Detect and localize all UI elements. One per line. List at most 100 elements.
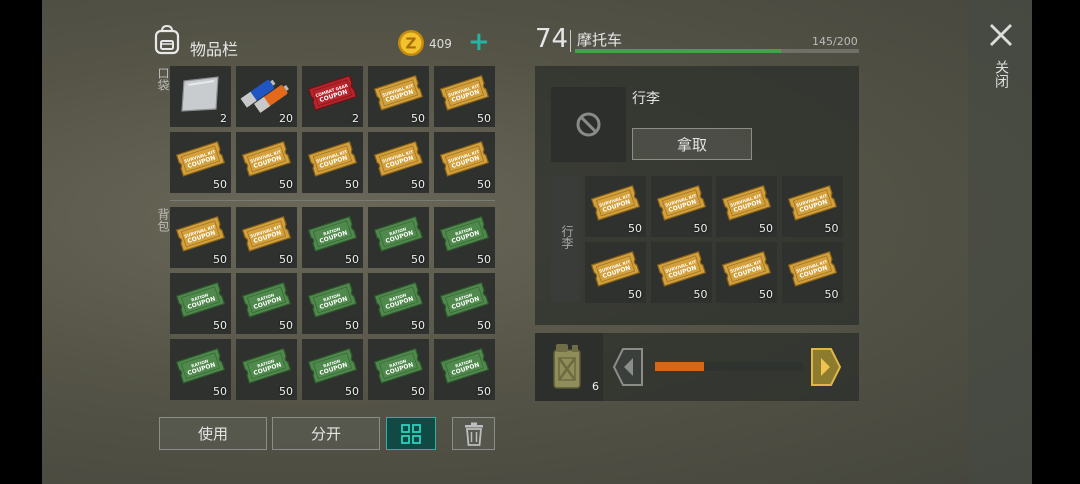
fuel-slot[interactable]: 6	[535, 333, 603, 401]
backpack-slot[interactable]: SURVIVAL KIT COUPON 50	[236, 207, 297, 268]
item-quantity: 50	[759, 222, 773, 235]
take-button[interactable]: 拿取	[632, 128, 752, 160]
storage-slot[interactable]: SURVIVAL KIT COUPON 50	[650, 241, 712, 303]
coin-count: 409	[429, 37, 452, 51]
fuel-slider[interactable]	[655, 362, 803, 371]
storage-slot[interactable]: SURVIVAL KIT COUPON 50	[585, 176, 646, 237]
item-quantity: 2	[220, 112, 227, 125]
item-quantity: 50	[477, 253, 491, 266]
backpack-slot[interactable]: RATION COUPON 50	[170, 339, 231, 400]
item-quantity: 50	[345, 178, 359, 191]
fuel-increase-button[interactable]	[810, 348, 842, 386]
split-button[interactable]: 分开	[272, 417, 380, 450]
backpack-slot[interactable]: RATION COUPON 50	[236, 273, 297, 334]
item-quantity: 50	[824, 222, 839, 235]
no-entry-icon	[576, 112, 601, 137]
fuel-decrease-button[interactable]	[612, 348, 644, 386]
backpack-slot[interactable]: RATION COUPON 50	[302, 207, 363, 268]
pocket-slot[interactable]: SURVIVAL KIT COUPON 50	[302, 132, 363, 193]
item-quantity: 50	[411, 385, 425, 398]
backpack-slot[interactable]: RATION COUPON 50	[434, 207, 495, 268]
fuel-fill	[655, 362, 704, 371]
item-quantity: 50	[628, 287, 642, 301]
item-quantity: 50	[693, 222, 708, 235]
item-quantity: 50	[279, 385, 293, 398]
pocket-label: 口袋	[156, 67, 170, 91]
section-divider	[170, 200, 495, 201]
right-black-bar	[1032, 0, 1080, 484]
storage-side-label: 行李	[560, 225, 574, 249]
trash-icon	[464, 422, 483, 446]
backpack-slot[interactable]: RATION COUPON 50	[434, 273, 495, 334]
item-quantity: 50	[693, 287, 708, 301]
item-quantity: 50	[411, 319, 425, 332]
vehicle-name: 摩托车	[577, 31, 623, 49]
backpack-slot[interactable]: RATION COUPON 50	[368, 273, 429, 334]
storage-slot[interactable]: SURVIVAL KIT COUPON 50	[716, 241, 777, 303]
storage-slot[interactable]: SURVIVAL KIT COUPON 50	[585, 241, 646, 303]
item-quantity: 50	[759, 287, 773, 301]
left-black-bar	[0, 0, 42, 484]
capacity-fill	[575, 49, 781, 53]
backpack-icon	[154, 25, 180, 55]
item-quantity: 50	[279, 178, 293, 191]
backpack-slot[interactable]: RATION COUPON 50	[302, 339, 363, 400]
pocket-slot[interactable]: SURVIVAL KIT COUPON 50	[368, 132, 429, 193]
item-quantity: 50	[279, 319, 293, 332]
gold-coin-icon: Z	[398, 30, 424, 56]
grid-icon	[401, 423, 421, 444]
jerry-can-icon	[553, 344, 581, 389]
storage-slot[interactable]: SURVIVAL KIT COUPON 50	[781, 241, 843, 303]
item-quantity: 50	[477, 112, 491, 125]
trash-button[interactable]	[452, 417, 495, 450]
pocket-slot[interactable]: 20	[236, 66, 297, 127]
vehicle-capacity: 145/200	[812, 35, 858, 48]
backpack-slot[interactable]: RATION COUPON 50	[434, 339, 495, 400]
item-quantity: 50	[213, 319, 227, 332]
capacity-bar	[575, 49, 859, 53]
close-label[interactable]: 关闭	[993, 60, 1009, 88]
pocket-slot[interactable]: SURVIVAL KIT COUPON 50	[434, 132, 495, 193]
item-quantity: 50	[628, 222, 642, 235]
pocket-slot[interactable]: SURVIVAL KIT COUPON 50	[368, 66, 429, 127]
backpack-slot[interactable]: RATION COUPON 50	[302, 273, 363, 334]
storage-slot[interactable]: SURVIVAL KIT COUPON 50	[716, 176, 777, 237]
add-coins-button[interactable]: +	[468, 29, 490, 55]
item-quantity: 50	[213, 178, 227, 191]
backpack-slot[interactable]: RATION COUPON 50	[368, 207, 429, 268]
item-quantity: 50	[345, 385, 359, 398]
sort-button[interactable]	[386, 417, 436, 450]
pocket-slot[interactable]: SURVIVAL KIT COUPON 50	[236, 132, 297, 193]
backpack-slot[interactable]: RATION COUPON 50	[368, 339, 429, 400]
item-quantity: 50	[411, 178, 425, 191]
item-quantity: 50	[213, 253, 227, 266]
item-quantity: 50	[345, 319, 359, 332]
storage-slot[interactable]: SURVIVAL KIT COUPON 50	[781, 176, 843, 237]
pocket-slot[interactable]: SURVIVAL KIT COUPON 50	[434, 66, 495, 127]
item-quantity: 50	[477, 319, 491, 332]
pocket-slot[interactable]: SURVIVAL KIT COUPON 50	[170, 132, 231, 193]
item-quantity: 20	[279, 112, 293, 125]
svg-text:Z: Z	[406, 35, 417, 53]
item-quantity: 50	[213, 385, 227, 398]
item-quantity: 2	[352, 112, 359, 125]
item-quantity: 50	[477, 385, 491, 398]
item-quantity: 50	[411, 253, 425, 266]
item-quantity: 50	[824, 287, 839, 301]
backpack-slot[interactable]: RATION COUPON 50	[170, 273, 231, 334]
storage-title: 行李	[632, 91, 660, 107]
fuel-qty: 6	[592, 380, 599, 393]
pocket-slot[interactable]: COMBAT GEAR COUPON 2	[302, 66, 363, 127]
pocket-slot[interactable]: 2	[170, 66, 231, 127]
item-quantity: 50	[477, 178, 491, 191]
item-quantity: 50	[279, 253, 293, 266]
backpack-slot[interactable]: RATION COUPON 50	[236, 339, 297, 400]
use-button[interactable]: 使用	[159, 417, 267, 450]
title-separator	[570, 30, 571, 52]
inventory-title: 物品栏	[190, 40, 239, 59]
backpack-slot[interactable]: SURVIVAL KIT COUPON 50	[170, 207, 231, 268]
backpack-label: 背包	[156, 208, 170, 232]
close-icon[interactable]	[988, 22, 1014, 48]
storage-slot[interactable]: SURVIVAL KIT COUPON 50	[650, 176, 712, 237]
vehicle-level: 74	[535, 24, 569, 54]
